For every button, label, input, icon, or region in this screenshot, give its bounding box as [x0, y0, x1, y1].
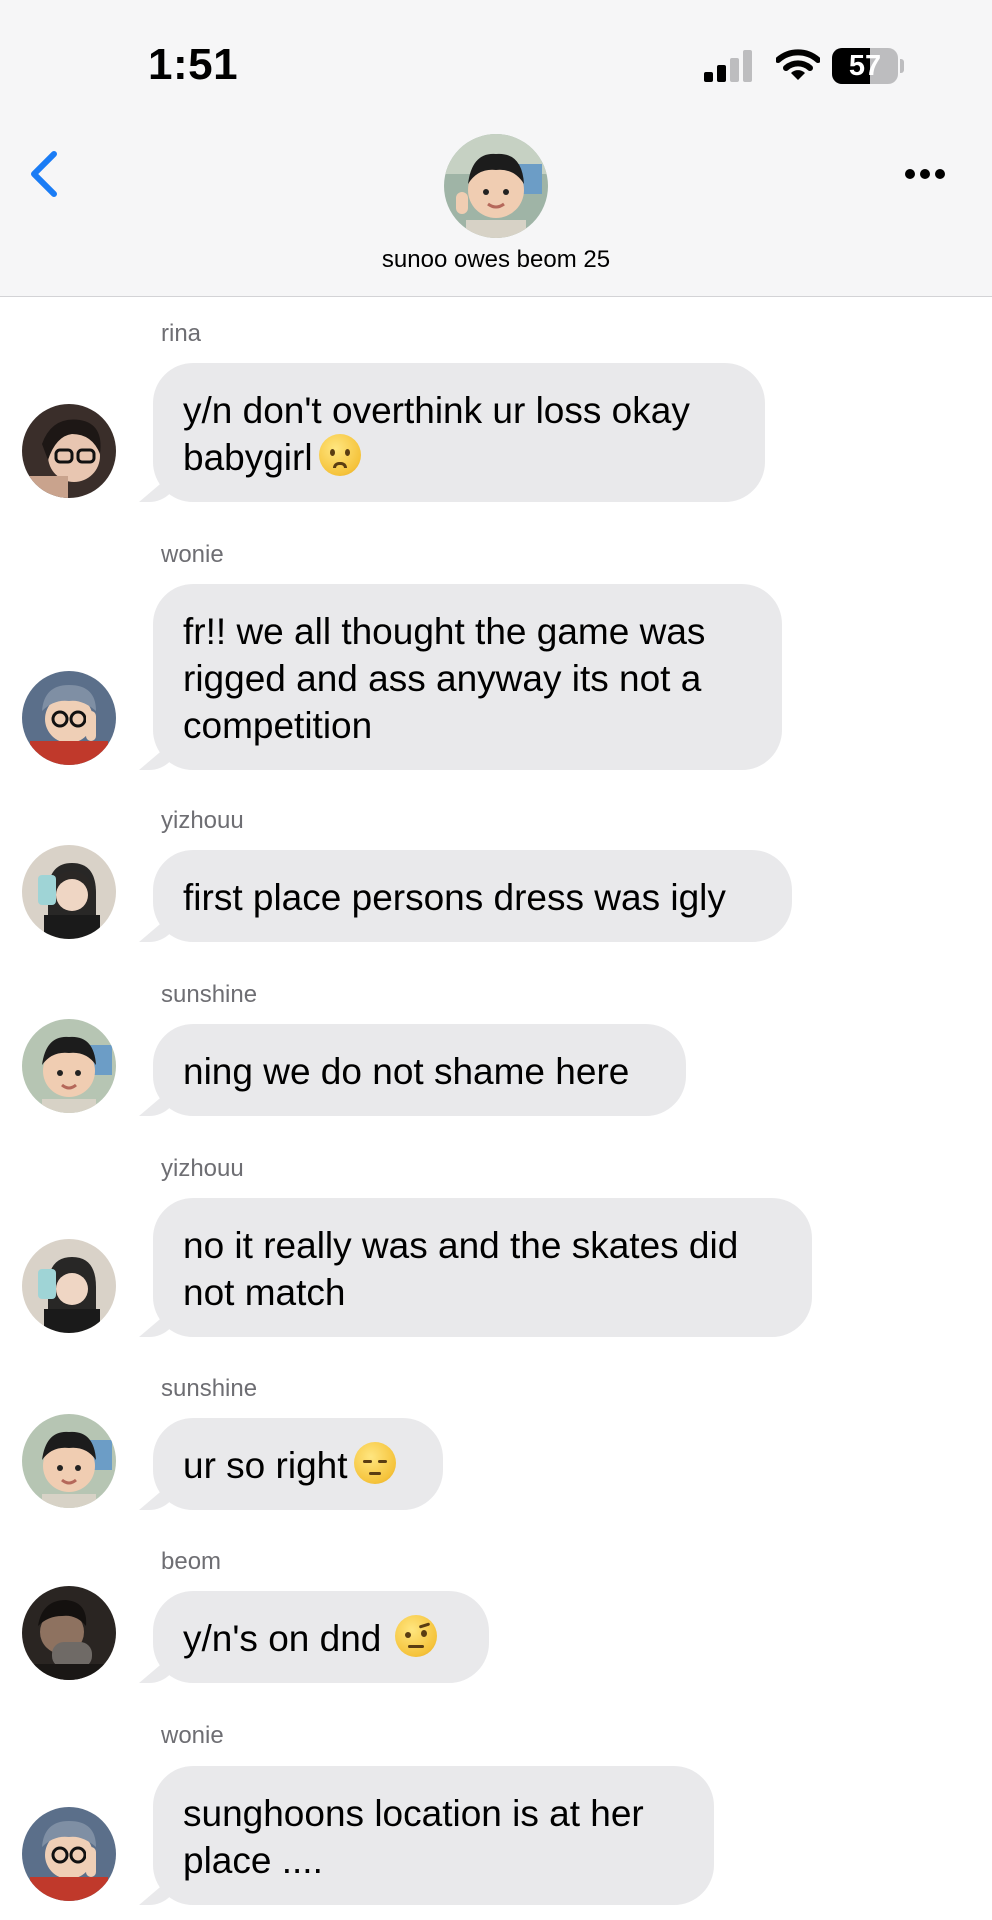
sender-name: wonie: [161, 541, 224, 568]
message-line: rigged and ass anyway its not a: [183, 658, 702, 699]
sender-name: wonie: [161, 1722, 224, 1749]
sender-name: yizhouu: [161, 807, 244, 834]
avatar[interactable]: [22, 1586, 116, 1680]
sender-name: rina: [161, 320, 202, 347]
battery-level: 57: [848, 50, 882, 82]
avatar[interactable]: [22, 845, 116, 939]
message-bubble[interactable]: sunghoons location is at her place ....: [139, 1766, 714, 1905]
message-line: no it really was and the skates did: [183, 1225, 739, 1266]
message-bubble[interactable]: ning we do not shame here: [139, 1024, 686, 1116]
message-line: fr!! we all thought the game was: [183, 611, 706, 652]
cellular-signal-icon: [704, 50, 752, 82]
message-line: competition: [183, 705, 373, 746]
face-with-raised-eyebrow-icon: [395, 1615, 438, 1657]
message-line: y/n's on dnd: [183, 1618, 382, 1659]
status-time: 1:51: [148, 40, 239, 89]
avatar[interactable]: [22, 1239, 116, 1333]
group-avatar[interactable]: [444, 134, 548, 238]
back-button[interactable]: [24, 148, 64, 200]
worried-face-icon: [318, 434, 361, 476]
message-bubble[interactable]: y/n's on dnd: [139, 1591, 489, 1683]
sender-name: beom: [161, 1548, 222, 1575]
pensive-face-icon: [353, 1442, 396, 1484]
message-bubble[interactable]: ur so right: [139, 1418, 443, 1510]
avatar[interactable]: [22, 1019, 116, 1113]
conversation-header: 1:51 57 sunoo owes beom 25: [0, 0, 992, 297]
sender-name: yizhouu: [161, 1155, 244, 1182]
message-line: not match: [183, 1272, 346, 1313]
message-line: place ....: [183, 1840, 323, 1881]
avatar[interactable]: [22, 1414, 116, 1508]
message-bubble[interactable]: fr!! we all thought the game was rigged …: [139, 584, 782, 770]
message-line: y/n don't overthink ur loss okay: [183, 390, 690, 431]
message-bubble[interactable]: y/n don't overthink ur loss okay babygir…: [139, 363, 765, 502]
message-line: ning we do not shame here: [183, 1051, 630, 1092]
sender-name: sunshine: [161, 981, 258, 1008]
battery-indicator: 57: [832, 48, 904, 84]
avatar[interactable]: [22, 671, 116, 765]
message-line: babygirl: [183, 437, 313, 478]
message-bubble[interactable]: no it really was and the skates did not …: [139, 1198, 812, 1337]
message-line: sunghoons location is at her: [183, 1793, 644, 1834]
group-name[interactable]: sunoo owes beom 25: [0, 246, 992, 274]
message-line: first place persons dress was igly: [183, 877, 726, 918]
message-bubble[interactable]: first place persons dress was igly: [139, 850, 792, 942]
message-line: ur so right: [183, 1445, 348, 1486]
wifi-icon: [776, 49, 820, 80]
more-options-button[interactable]: [900, 154, 950, 194]
avatar[interactable]: [22, 1807, 116, 1901]
sender-name: sunshine: [161, 1375, 258, 1402]
avatar[interactable]: [22, 404, 116, 498]
